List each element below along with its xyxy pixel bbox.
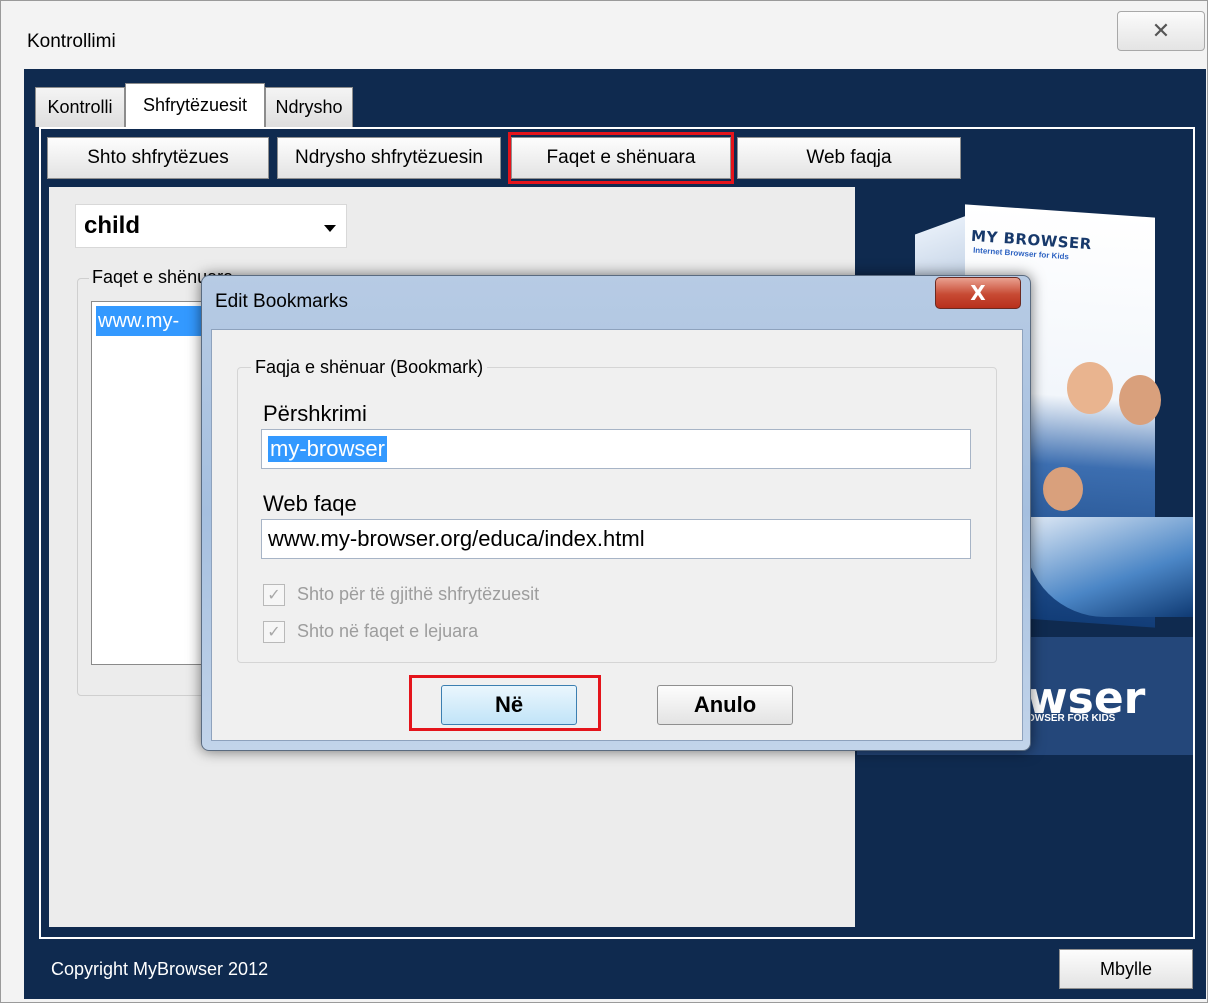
allowed-pages-checkbox[interactable]: ✓ <box>263 621 285 643</box>
dialog-title: Edit Bookmarks <box>215 291 349 312</box>
all-users-checkbox-label: Shto për të gjithë shfrytëzuesit <box>297 584 540 604</box>
cancel-button[interactable]: Anulo <box>657 685 793 725</box>
url-input[interactable]: www.my-browser.org/educa/index.html <box>261 519 971 559</box>
kid-face-icon <box>1067 362 1113 414</box>
window-title: Kontrollimi <box>27 31 116 52</box>
window-close-button[interactable]: ✕ <box>1117 11 1205 51</box>
kid-face-icon <box>1043 467 1083 511</box>
bookmarks-highlight <box>508 132 734 184</box>
dialog-close-button[interactable]: X <box>935 277 1021 309</box>
user-select-value: child <box>84 212 141 239</box>
allowed-pages-checkbox-label: Shto në faqet e lejuara <box>297 621 479 641</box>
all-users-checkbox[interactable]: ✓ <box>263 584 285 606</box>
close-icon: X <box>970 281 986 305</box>
description-label: Përshkrimi <box>263 401 367 426</box>
description-input[interactable]: my-browser <box>261 429 971 469</box>
ok-highlight <box>409 675 601 731</box>
bookmark-group-label: Faqja e shënuar (Bookmark) <box>251 357 488 378</box>
url-label: Web faqe <box>263 491 357 516</box>
copyright-text: Copyright MyBrowser 2012 <box>51 959 269 979</box>
kid-face-icon <box>1119 375 1161 425</box>
tab-ndrysho[interactable]: Ndrysho <box>265 87 353 127</box>
tab-kontrolli[interactable]: Kontrolli <box>35 87 125 127</box>
edit-user-button[interactable]: Ndrysho shfrytëzuesin <box>277 137 501 179</box>
tab-shfrytezuesit[interactable]: Shfrytëzuesit <box>125 83 265 127</box>
url-value: www.my-browser.org/educa/index.html <box>268 526 645 551</box>
close-window-button[interactable]: Mbylle <box>1059 949 1193 989</box>
user-select[interactable]: child <box>75 204 347 248</box>
close-icon: ✕ <box>1151 18 1171 44</box>
main-window: Kontrollimi ✕ Kontrolli Shfrytëzuesit Nd… <box>0 0 1208 1003</box>
add-user-button[interactable]: Shto shfrytëzues <box>47 137 269 179</box>
chevron-down-icon <box>324 225 336 232</box>
description-value: my-browser <box>268 436 387 462</box>
webpage-button[interactable]: Web faqja <box>737 137 961 179</box>
banner-tagline: OWSER FOR KIDS <box>1027 713 1116 724</box>
